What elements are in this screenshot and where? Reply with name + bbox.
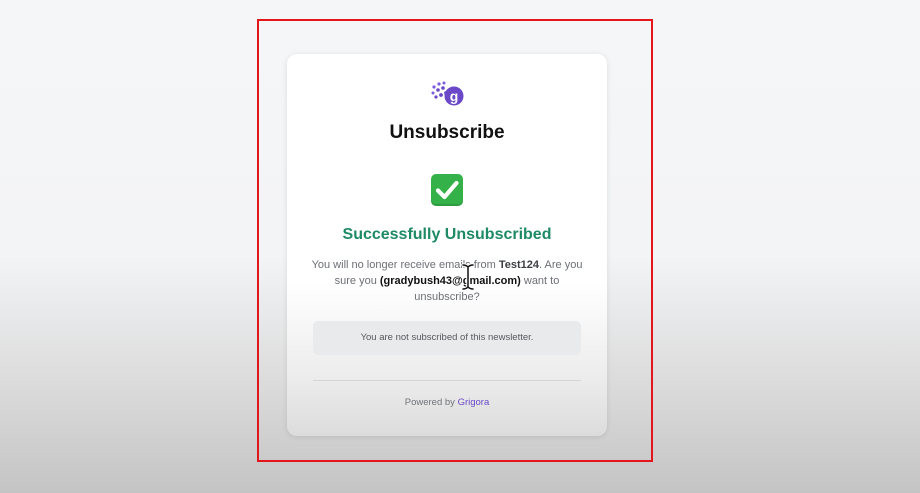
powered-by-label: Powered by: [404, 397, 458, 408]
text-cursor-icon: [461, 263, 475, 291]
not-subscribed-notice: You are not subscribed of this newslette…: [313, 321, 581, 355]
grigora-logo-icon: g: [431, 81, 465, 109]
divider: [313, 380, 581, 381]
powered-by: Powered by Grigora: [287, 397, 607, 408]
success-heading: Successfully Unsubscribed: [342, 226, 552, 243]
page-title: Unsubscribe: [389, 122, 505, 143]
unsubscribe-message: You will no longer receive emails from T…: [311, 257, 583, 305]
unsubscribe-card: g Unsubscribe Successfully Unsubscribed …: [287, 54, 607, 436]
email-address: (gradybush43@gmail.com): [379, 275, 521, 287]
svg-text:g: g: [450, 88, 459, 104]
sender-name: Test124: [498, 259, 540, 271]
grigora-link[interactable]: Grigora: [458, 397, 490, 408]
check-mark-icon: [431, 174, 463, 206]
